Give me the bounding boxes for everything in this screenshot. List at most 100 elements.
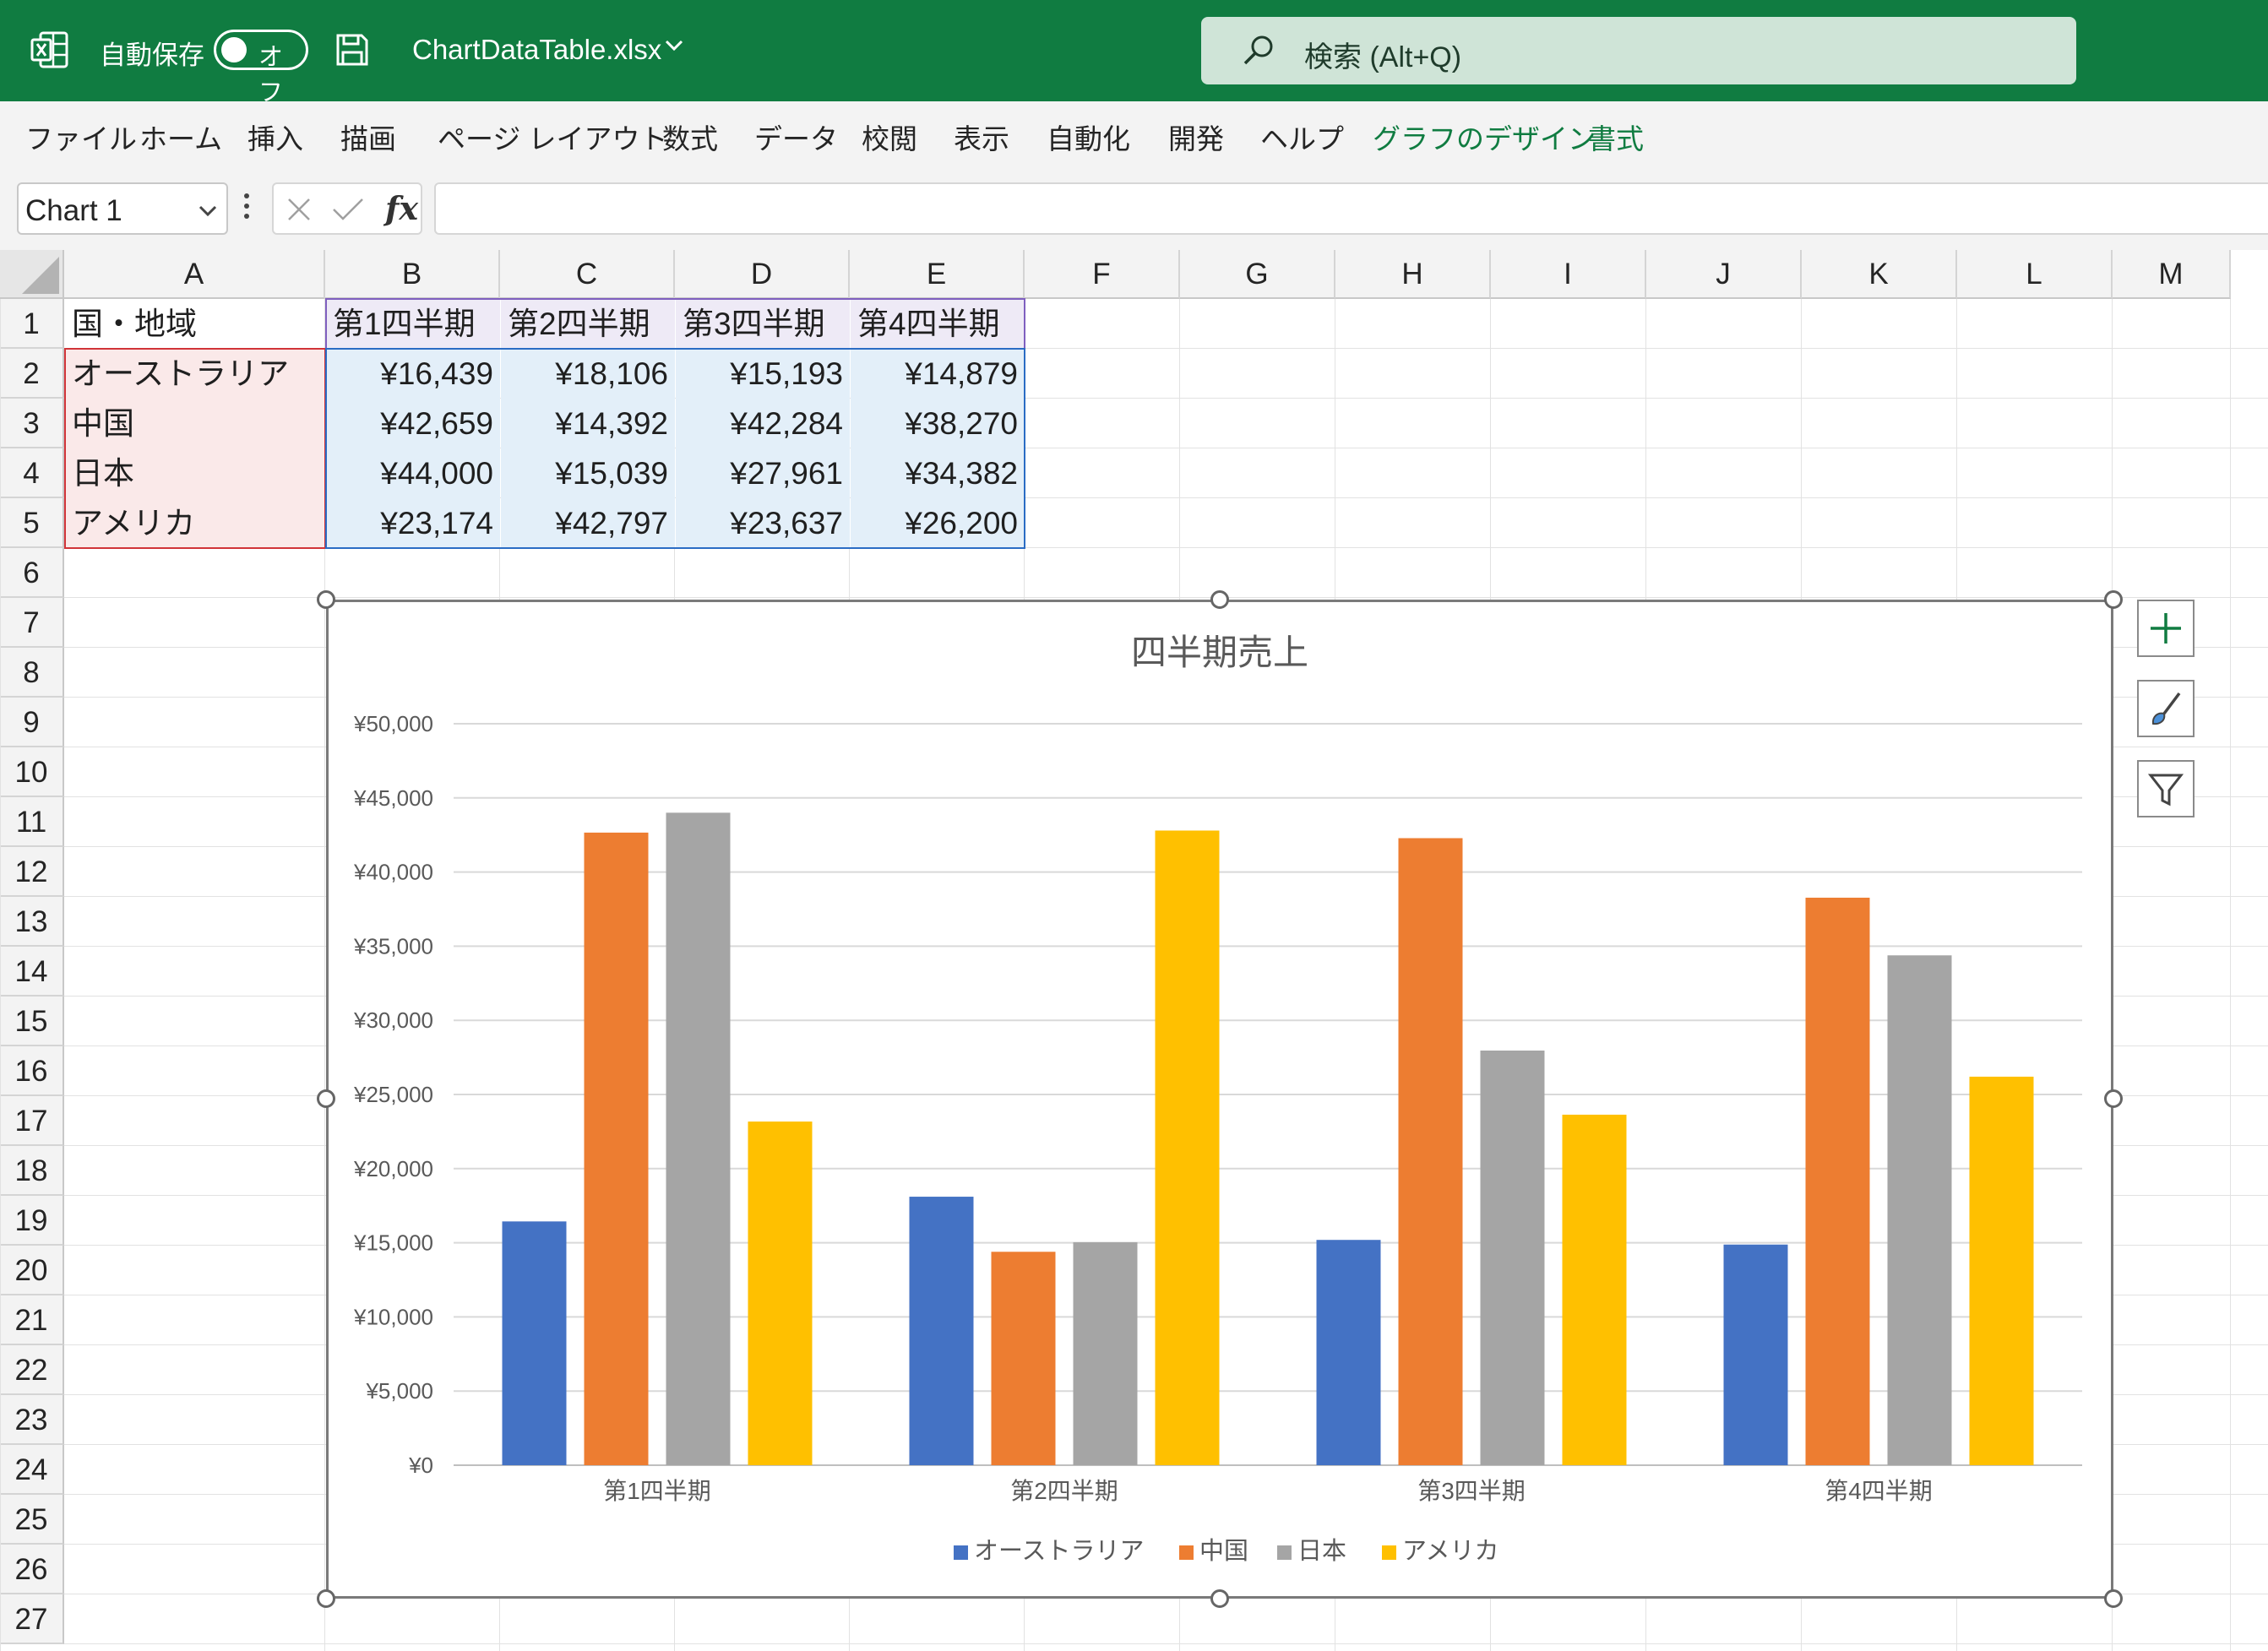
bar-2-4 — [1805, 897, 1870, 1465]
tab-developer[interactable]: 開発 — [1168, 117, 1224, 157]
tab-page-layout[interactable]: ページ レイアウト — [438, 117, 668, 157]
chevron-down-icon[interactable] — [664, 39, 684, 52]
tab-formulas[interactable]: 数式 — [662, 117, 718, 157]
chart-title: 四半期売上 — [1131, 633, 1308, 672]
column-header-c[interactable]: C — [500, 250, 675, 299]
tab-review[interactable]: 校閲 — [862, 117, 917, 157]
range-highlight-categories — [64, 348, 326, 549]
autosave-toggle[interactable]: オフ — [214, 30, 308, 106]
row-header-9[interactable]: 9 — [0, 698, 64, 747]
name-box[interactable]: Chart 1 — [17, 182, 228, 235]
column-header-h[interactable]: H — [1335, 250, 1491, 299]
row-header-12[interactable]: 12 — [0, 847, 64, 897]
row-header-21[interactable]: 21 — [0, 1295, 64, 1345]
legend-label: アメリカ — [1402, 1538, 1499, 1565]
search-placeholder: 検索 (Alt+Q) — [1304, 41, 1462, 73]
row-header-3[interactable]: 3 — [0, 399, 64, 448]
insert-function-icon[interactable]: fx — [385, 189, 418, 227]
chart-elements-button[interactable] — [2137, 600, 2195, 657]
resize-handle[interactable] — [2104, 1089, 2123, 1108]
resize-handle[interactable] — [2104, 590, 2123, 609]
cell-category-header[interactable]: 国・地域 — [65, 299, 325, 349]
chart-filters-button[interactable] — [2137, 760, 2195, 817]
column-header-f[interactable]: F — [1025, 250, 1180, 299]
column-header-a[interactable]: A — [64, 250, 325, 299]
row-header-5[interactable]: 5 — [0, 498, 64, 548]
row-header-14[interactable]: 14 — [0, 947, 64, 997]
title-bar: 自動保存 オフ ChartDataTable.xlsx 検索 (Alt+Q) — [0, 0, 2268, 106]
formula-input[interactable] — [434, 182, 2268, 235]
bar-1-3 — [1316, 1240, 1381, 1465]
autosave-state: オフ — [258, 44, 284, 106]
bar-4-3 — [1562, 1114, 1627, 1465]
tab-insert[interactable]: 挿入 — [247, 117, 303, 157]
tab-data[interactable]: データ — [754, 117, 838, 157]
tab-view[interactable]: 表示 — [954, 117, 1009, 157]
chart-styles-button[interactable] — [2137, 680, 2195, 737]
column-header-g[interactable]: G — [1180, 250, 1335, 299]
column-header-b[interactable]: B — [325, 250, 500, 299]
cancel-icon[interactable] — [286, 196, 313, 223]
row-header-13[interactable]: 13 — [0, 897, 64, 947]
row-header-25[interactable]: 25 — [0, 1495, 64, 1545]
bar-4-1 — [748, 1121, 813, 1465]
tab-draw[interactable]: 描画 — [340, 117, 396, 157]
row-header-24[interactable]: 24 — [0, 1445, 64, 1495]
row-header-11[interactable]: 11 — [0, 797, 64, 847]
resize-handle[interactable] — [1210, 590, 1229, 609]
bar-2-2 — [991, 1252, 1056, 1465]
resize-handle[interactable] — [2104, 1589, 2123, 1608]
row-header-4[interactable]: 4 — [0, 448, 64, 498]
row-header-20[interactable]: 20 — [0, 1246, 64, 1295]
row-header-19[interactable]: 19 — [0, 1196, 64, 1246]
resize-handle[interactable] — [317, 1589, 335, 1608]
gridline-horizontal — [64, 597, 2268, 598]
resize-handle[interactable] — [1210, 1589, 1229, 1608]
search-box[interactable]: 検索 (Alt+Q) — [1201, 17, 2076, 84]
row-header-17[interactable]: 17 — [0, 1096, 64, 1146]
column-header-m[interactable]: M — [2113, 250, 2231, 299]
row-header-8[interactable]: 8 — [0, 648, 64, 698]
column-header-i[interactable]: I — [1491, 250, 1646, 299]
check-icon[interactable] — [331, 196, 365, 223]
row-header-23[interactable]: 23 — [0, 1395, 64, 1445]
resize-handle[interactable] — [317, 1089, 335, 1108]
more-vertical-icon[interactable] — [242, 189, 251, 223]
tab-chart-design[interactable]: グラフのデザイン — [1373, 117, 1596, 157]
file-name[interactable]: ChartDataTable.xlsx — [412, 34, 661, 66]
row-header-1[interactable]: 1 — [0, 299, 64, 349]
column-header-d[interactable]: D — [675, 250, 850, 299]
row-header-18[interactable]: 18 — [0, 1146, 64, 1196]
column-header-k[interactable]: K — [1802, 250, 1957, 299]
tab-file[interactable]: ファイル — [25, 117, 137, 157]
select-all-button[interactable] — [0, 250, 64, 299]
bar-2-3 — [1398, 838, 1463, 1465]
row-header-7[interactable]: 7 — [0, 598, 64, 648]
bar-3-4 — [1887, 955, 1952, 1465]
bar-4-4 — [1969, 1076, 2034, 1465]
resize-handle[interactable] — [317, 590, 335, 609]
tab-format[interactable]: 書式 — [1588, 117, 1644, 157]
ribbon-tabs: ファイル ホーム 挿入 描画 ページ レイアウト 数式 データ 校閲 表示 自動… — [0, 101, 2268, 167]
row-header-6[interactable]: 6 — [0, 548, 64, 598]
y-tick-label: ¥20,000 — [353, 1156, 433, 1181]
row-header-16[interactable]: 16 — [0, 1046, 64, 1096]
row-header-2[interactable]: 2 — [0, 349, 64, 399]
row-header-22[interactable]: 22 — [0, 1345, 64, 1395]
y-tick-label: ¥15,000 — [353, 1230, 433, 1256]
save-icon[interactable] — [334, 32, 370, 68]
y-tick-label: ¥30,000 — [353, 1007, 433, 1033]
chevron-down-icon[interactable] — [198, 204, 218, 218]
tab-automate[interactable]: 自動化 — [1047, 117, 1130, 157]
row-header-26[interactable]: 26 — [0, 1545, 64, 1594]
chart-object[interactable]: ¥0 ¥5,000 ¥10,000 ¥15,000 ¥20,000 ¥25,000 ¥30,… — [326, 600, 2113, 1599]
row-header-27[interactable]: 27 — [0, 1594, 64, 1644]
row-header-15[interactable]: 15 — [0, 997, 64, 1046]
tab-help[interactable]: ヘルプ — [1260, 117, 1344, 157]
column-header-l[interactable]: L — [1957, 250, 2113, 299]
row-header-10[interactable]: 10 — [0, 747, 64, 797]
column-header-j[interactable]: J — [1646, 250, 1802, 299]
bar-3-1 — [666, 812, 731, 1465]
column-header-e[interactable]: E — [850, 250, 1025, 299]
tab-home[interactable]: ホーム — [139, 117, 222, 157]
